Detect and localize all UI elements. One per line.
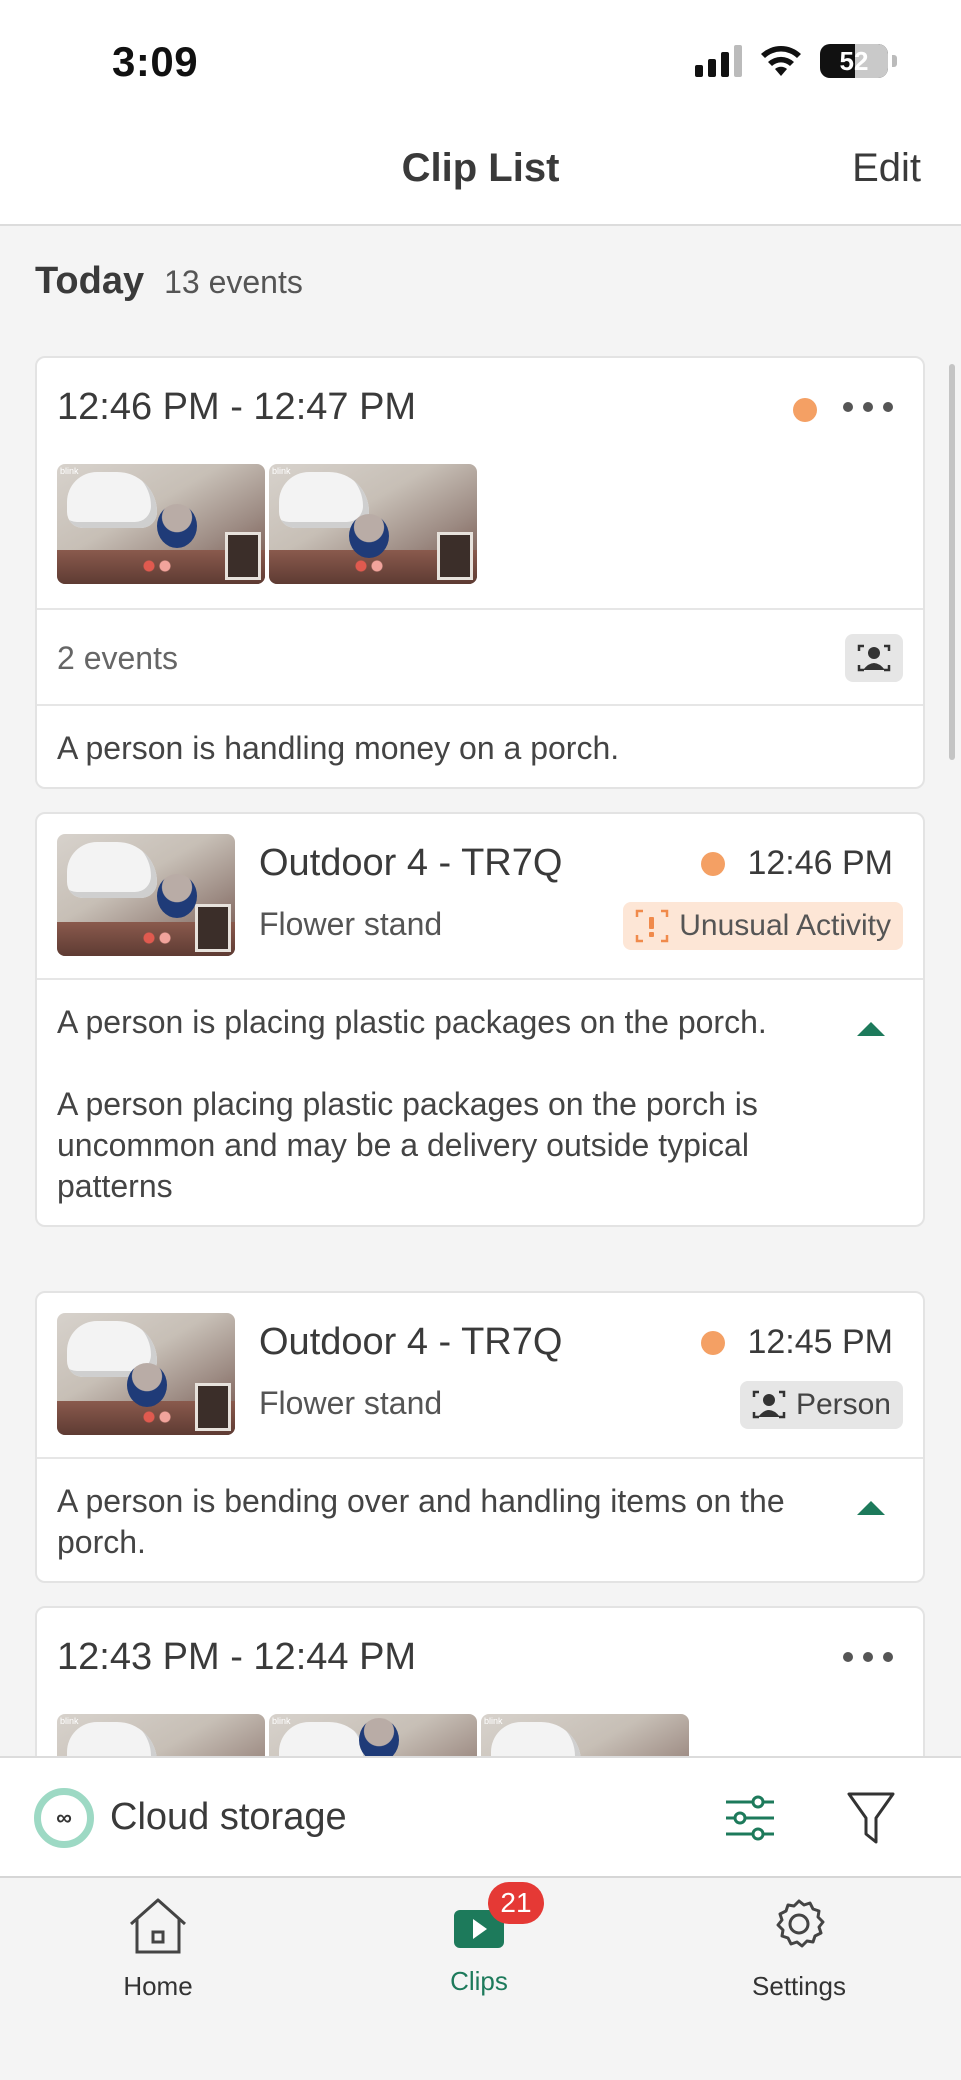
home-icon xyxy=(130,1898,186,1954)
clips-badge: 21 xyxy=(488,1882,544,1924)
caret-up-icon[interactable] xyxy=(857,1022,885,1036)
signal-icon xyxy=(695,45,742,77)
settings-icon xyxy=(776,1899,825,1948)
tab-home-label: Home xyxy=(123,1971,193,2001)
event-card[interactable]: Outdoor 4 - TR7Q Flower stand 12:45 PM P… xyxy=(35,1291,925,1583)
sliders-icon[interactable] xyxy=(724,1792,776,1844)
event-group-header: 12:43 PM - 12:44 PM blink blink blink xyxy=(37,1608,923,1756)
tag-label: Person xyxy=(795,1388,891,1421)
event-thumbnail[interactable] xyxy=(57,1313,235,1435)
event-camera-name: Outdoor 4 - TR7Q xyxy=(259,1321,563,1363)
group-time-range: 12:43 PM - 12:44 PM xyxy=(57,1636,417,1678)
tab-clips[interactable]: 21 Clips xyxy=(379,1882,579,1997)
clip-thumbnail[interactable]: blink xyxy=(269,1714,477,1756)
status-bar: 3:09 52 xyxy=(0,0,961,120)
unviewed-dot xyxy=(793,398,817,422)
tab-clips-label: Clips xyxy=(450,1966,508,1996)
more-icon[interactable] xyxy=(843,392,893,422)
thumb-logo: blink xyxy=(60,1716,79,1726)
clip-thumbnail[interactable]: blink xyxy=(481,1714,689,1756)
thumb-logo: blink xyxy=(272,466,291,476)
group-time-range: 12:46 PM - 12:47 PM xyxy=(57,386,417,428)
tag-label: Unusual Activity xyxy=(679,909,891,942)
person-icon xyxy=(845,634,903,682)
clip-thumbnail[interactable]: blink xyxy=(269,464,477,584)
event-time-wrap: 12:46 PM xyxy=(701,844,893,883)
page-title: Clip List xyxy=(401,146,560,190)
unviewed-dot xyxy=(701,851,726,876)
person-tag: Person xyxy=(739,1381,903,1429)
event-group-header: 12:46 PM - 12:47 PM blink blink xyxy=(37,358,923,608)
event-time: 12:45 PM xyxy=(747,1323,893,1361)
edit-button[interactable]: Edit xyxy=(852,146,921,191)
day-title: Today xyxy=(35,260,145,302)
clip-list: Today 13 events 12:46 PM - 12:47 PM blin… xyxy=(0,226,961,1756)
group-events-label: 2 events xyxy=(57,640,178,676)
group-events-row[interactable]: 2 events xyxy=(37,608,923,704)
event-description-row: A person is placing plastic packages on … xyxy=(37,978,923,1225)
event-description: A person is placing plastic packages on … xyxy=(57,1004,767,1040)
event-card[interactable]: Outdoor 4 - TR7Q Flower stand 12:46 PM U… xyxy=(35,812,925,1227)
event-group-card[interactable]: 12:43 PM - 12:44 PM blink blink blink xyxy=(35,1606,925,1756)
battery-tip xyxy=(892,55,897,67)
filter-icon[interactable] xyxy=(846,1790,896,1846)
tab-settings-label: Settings xyxy=(752,1971,846,2001)
group-summary-row: A person is handling money on a porch. xyxy=(37,704,923,787)
event-location: Flower stand xyxy=(259,1385,443,1421)
event-header: Outdoor 4 - TR7Q Flower stand 12:45 PM P… xyxy=(37,1293,923,1457)
cloud-storage-icon: ∞ xyxy=(34,1788,94,1848)
cloud-storage-label[interactable]: Cloud storage xyxy=(110,1796,347,1839)
battery-icon: 52 xyxy=(820,44,888,78)
clips-icon-wrap: 21 xyxy=(446,1882,544,1958)
unusual-activity-tag: Unusual Activity xyxy=(623,902,903,950)
caret-up-icon[interactable] xyxy=(857,1501,885,1515)
event-location: Flower stand xyxy=(259,906,443,942)
unviewed-dot xyxy=(701,1330,726,1355)
clip-thumbnail[interactable]: blink xyxy=(57,1714,265,1756)
nav-bar: Clip List Edit xyxy=(0,120,961,226)
status-time: 3:09 xyxy=(112,38,199,85)
event-thumbnail[interactable] xyxy=(57,834,235,956)
day-header: Today 13 events xyxy=(35,260,303,303)
event-description: A person is bending over and handling it… xyxy=(57,1483,785,1560)
thumb-logo: blink xyxy=(484,1716,503,1726)
event-time-wrap: 12:45 PM xyxy=(701,1323,893,1362)
event-time: 12:46 PM xyxy=(747,844,893,882)
wifi-icon xyxy=(761,46,801,76)
day-event-count: 13 events xyxy=(164,264,303,300)
thumb-logo: blink xyxy=(60,466,79,476)
event-header: Outdoor 4 - TR7Q Flower stand 12:46 PM U… xyxy=(37,814,923,978)
person-icon xyxy=(752,1390,786,1419)
group-summary: A person is handling money on a porch. xyxy=(57,730,620,766)
tab-settings[interactable]: Settings xyxy=(699,1892,899,2002)
event-description-row: A person is bending over and handling it… xyxy=(37,1457,923,1581)
thumb-logo: blink xyxy=(272,1716,291,1726)
battery-level: 52 xyxy=(839,45,869,76)
more-icon[interactable] xyxy=(843,1642,893,1672)
tab-bar: Home 21 Clips Settings xyxy=(0,1876,961,2080)
event-detail: A person placing plastic packages on the… xyxy=(57,1086,758,1204)
clip-thumbnail[interactable]: blink xyxy=(57,464,265,584)
tab-home[interactable]: Home xyxy=(58,1892,258,2002)
group-thumbnails: blink blink xyxy=(57,464,477,584)
status-icons: 52 xyxy=(695,44,897,78)
unusual-activity-icon xyxy=(635,909,669,943)
event-group-card[interactable]: 12:46 PM - 12:47 PM blink blink 2 events xyxy=(35,356,925,789)
group-thumbnails: blink blink blink xyxy=(57,1714,689,1756)
event-camera-name: Outdoor 4 - TR7Q xyxy=(259,842,563,884)
cloud-storage-bar: ∞ Cloud storage xyxy=(0,1756,961,1876)
